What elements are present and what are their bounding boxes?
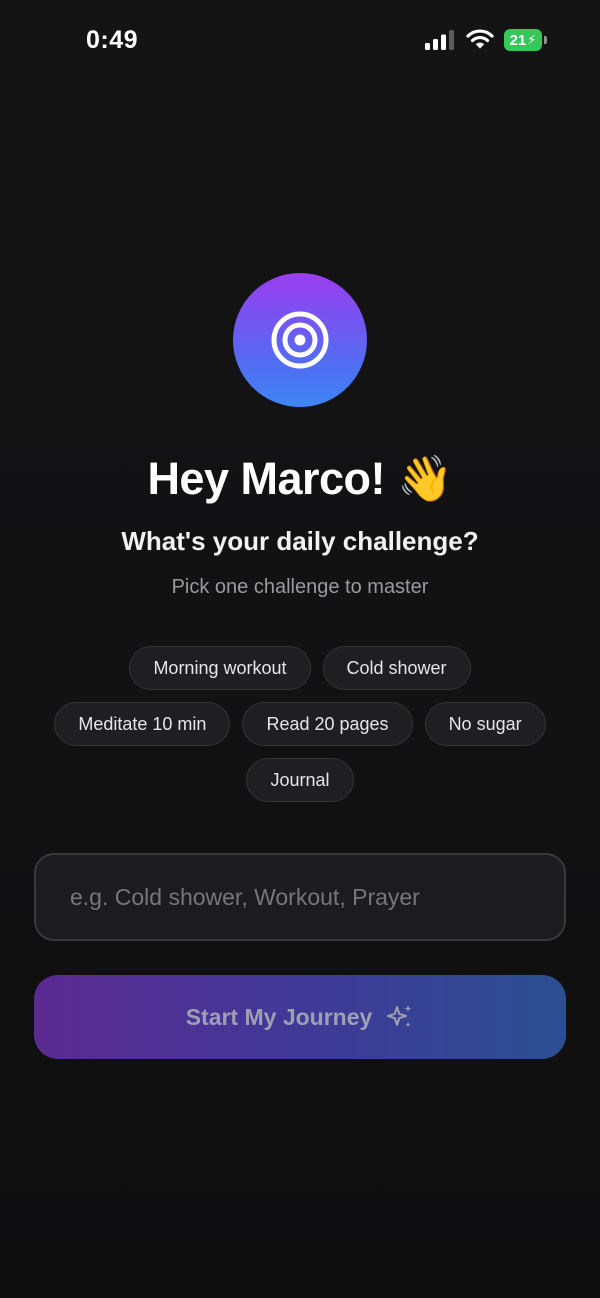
chip-no-sugar[interactable]: No sugar bbox=[424, 702, 546, 746]
chip-cold-shower[interactable]: Cold shower bbox=[322, 646, 471, 690]
battery-charging-icon: 21 ⚡ bbox=[504, 29, 548, 51]
wifi-icon bbox=[466, 29, 494, 49]
status-time: 0:49 bbox=[86, 26, 139, 54]
challenge-input-container bbox=[34, 853, 566, 941]
chip-row: Morning workout Cold shower bbox=[0, 646, 600, 690]
app-logo bbox=[233, 273, 367, 407]
challenge-question: What's your daily challenge? bbox=[121, 526, 479, 556]
start-journey-label: Start My Journey bbox=[185, 1003, 373, 1030]
chip-morning-workout[interactable]: Morning workout bbox=[129, 646, 311, 690]
chip-row: Meditate 10 min Read 20 pages No sugar bbox=[0, 702, 600, 746]
signal-bars-icon bbox=[425, 30, 454, 50]
chip-row: Journal bbox=[0, 758, 600, 802]
suggestion-chips: Morning workout Cold shower Meditate 10 … bbox=[0, 646, 600, 814]
sparkles-icon bbox=[387, 1005, 412, 1027]
chip-read[interactable]: Read 20 pages bbox=[242, 702, 413, 746]
status-bar: 0:49 21 ⚡ bbox=[0, 0, 600, 84]
battery-cap bbox=[544, 36, 547, 44]
start-journey-button[interactable]: Start My Journey bbox=[34, 975, 566, 1059]
challenge-input[interactable] bbox=[36, 855, 564, 939]
greeting-title: Hey Marco! 👋 bbox=[147, 453, 453, 504]
challenge-hint: Pick one challenge to master bbox=[171, 576, 429, 598]
bolt-icon: ⚡ bbox=[527, 32, 537, 47]
chip-journal[interactable]: Journal bbox=[246, 758, 354, 802]
target-icon bbox=[271, 311, 329, 369]
chip-meditate[interactable]: Meditate 10 min bbox=[54, 702, 231, 746]
battery-level: 21 ⚡ bbox=[504, 29, 542, 51]
battery-percent: 21 bbox=[509, 31, 527, 49]
